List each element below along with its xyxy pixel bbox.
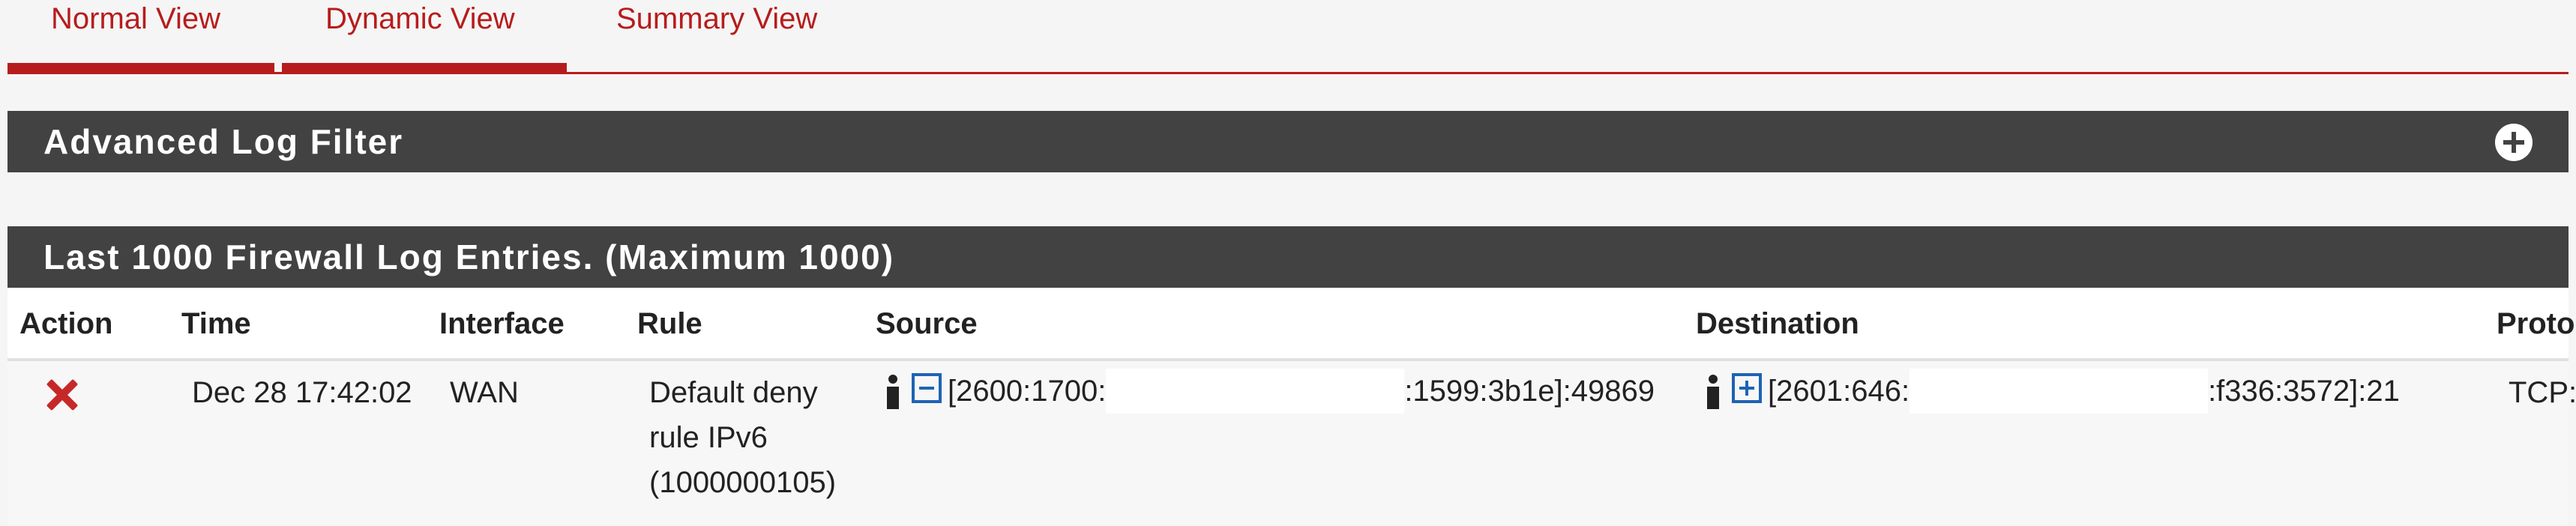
- table-header-row: Action Time Interface Rule Source Destin…: [7, 288, 2575, 361]
- column-header-interface[interactable]: Interface: [439, 307, 565, 341]
- log-source: [2600:1700: :1599:3b1e]:49869: [885, 369, 1655, 414]
- tab-dynamic-view[interactable]: Dynamic View: [325, 0, 515, 37]
- firewall-log-title: Last 1000 Firewall Log Entries. (Maximum…: [43, 238, 895, 276]
- log-interface: WAN: [450, 376, 519, 409]
- log-rule[interactable]: Default deny rule IPv6 (1000000105): [649, 370, 836, 505]
- destination-info-icon[interactable]: [1705, 369, 1721, 414]
- firewall-log-table: Action Time Interface Rule Source Destin…: [7, 288, 2576, 526]
- column-header-rule[interactable]: Rule: [637, 307, 702, 341]
- firewall-log-header: Last 1000 Firewall Log Entries. (Maximum…: [7, 226, 2569, 288]
- destination-address-suffix: :f336:3572]:21: [2208, 375, 2400, 408]
- column-header-proto[interactable]: Proto: [2497, 307, 2575, 341]
- source-info-icon[interactable]: [885, 369, 901, 414]
- log-rule-line-2: rule IPv6: [649, 421, 768, 454]
- source-address-suffix: :1599:3b1e]:49869: [1404, 375, 1655, 408]
- view-tabs: Normal View Dynamic View Summary View: [0, 0, 2576, 75]
- log-proto: TCP:: [2509, 376, 2576, 409]
- advanced-log-filter-title: Advanced Log Filter: [43, 122, 404, 161]
- column-header-time[interactable]: Time: [181, 307, 251, 341]
- log-rule-line-3: (1000000105): [649, 466, 837, 499]
- source-redacted-block: [1106, 369, 1405, 414]
- tab-normal-view[interactable]: Normal View: [51, 0, 220, 37]
- column-header-action[interactable]: Action: [19, 307, 112, 341]
- log-destination: [2601:646: :f336:3572]:21: [1705, 369, 2400, 414]
- log-time: Dec 28 17:42:02: [192, 376, 412, 409]
- tab-summary-view[interactable]: Summary View: [616, 0, 817, 37]
- advanced-log-filter-header[interactable]: Advanced Log Filter: [7, 111, 2569, 172]
- source-address-prefix: [2600:1700:: [948, 375, 1107, 408]
- column-header-source[interactable]: Source: [876, 307, 978, 341]
- destination-add-icon[interactable]: [1732, 373, 1762, 403]
- block-x-icon[interactable]: [43, 376, 81, 414]
- destination-redacted-block: [1910, 369, 2209, 414]
- plus-circle-icon[interactable]: [2495, 124, 2533, 161]
- table-row: Dec 28 17:42:02 WAN Default deny rule IP…: [7, 361, 2576, 526]
- log-rule-line-1: Default deny: [649, 376, 818, 409]
- source-remove-icon[interactable]: [912, 373, 942, 403]
- tabs-baseline: [7, 72, 2569, 74]
- destination-address-prefix: [2601:646:: [1768, 375, 1910, 408]
- column-header-destination[interactable]: Destination: [1696, 307, 1859, 341]
